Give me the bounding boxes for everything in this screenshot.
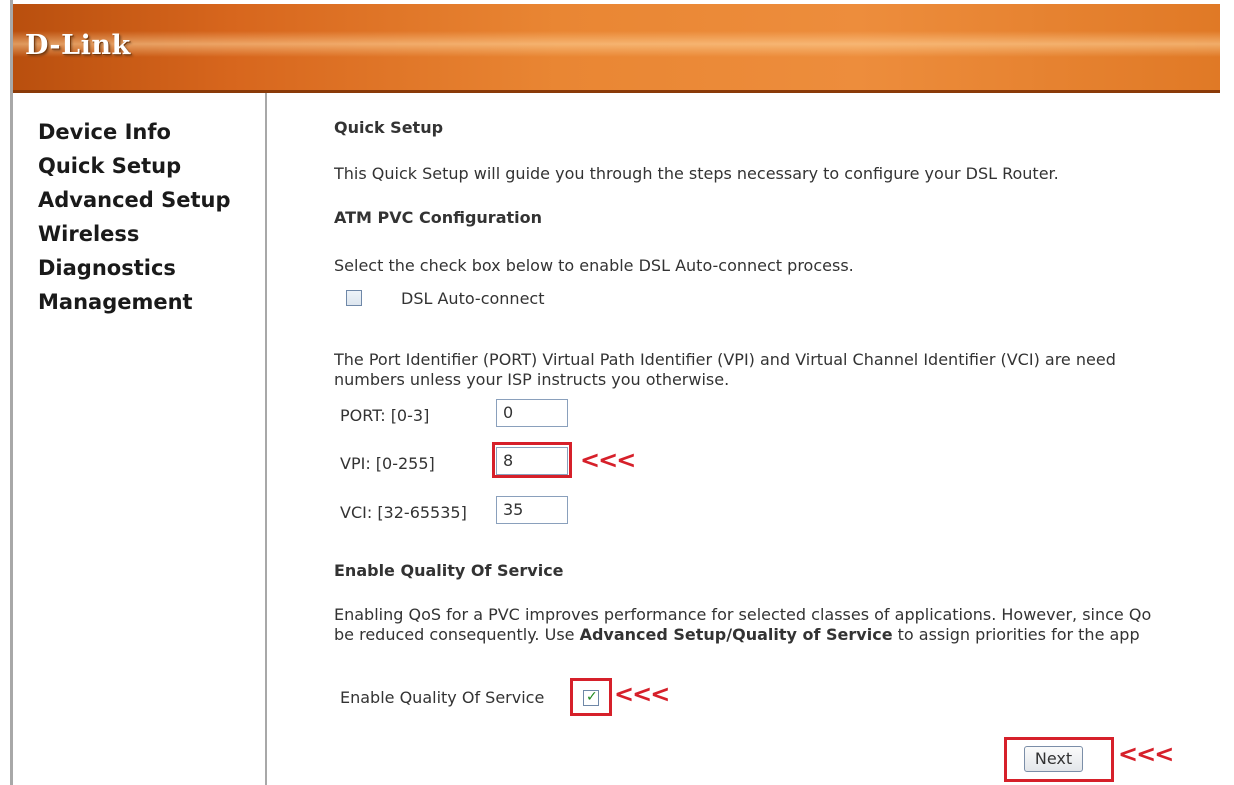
sidebar-nav: Device Info Quick Setup Advanced Setup W… xyxy=(13,93,267,785)
sidebar-item-device-info[interactable]: Device Info xyxy=(38,120,171,144)
dsl-auto-connect-label: DSL Auto-connect xyxy=(401,289,545,308)
intro-text: This Quick Setup will guide you through … xyxy=(334,164,1059,183)
identifier-text-line1: The Port Identifier (PORT) Virtual Path … xyxy=(334,350,1116,369)
sidebar-item-quick-setup[interactable]: Quick Setup xyxy=(38,154,181,178)
auto-connect-prompt: Select the check box below to enable DSL… xyxy=(334,256,854,275)
vci-input[interactable]: 35 xyxy=(496,496,568,524)
vpi-label: VPI: [0-255] xyxy=(340,454,435,473)
sidebar-item-management[interactable]: Management xyxy=(38,290,193,314)
dsl-auto-connect-checkbox[interactable] xyxy=(346,290,362,306)
vci-label: VCI: [32-65535] xyxy=(340,503,467,522)
vpi-highlight-box xyxy=(492,442,572,478)
qos-advanced-setup-link-text: Advanced Setup/Quality of Service xyxy=(579,625,893,644)
port-input[interactable]: 0 xyxy=(496,399,568,427)
next-arrow-annotation: <<< xyxy=(1118,740,1174,768)
qos-text-line2: be reduced consequently. Use Advanced Se… xyxy=(334,625,1140,644)
next-highlight-box xyxy=(1004,737,1114,782)
port-label: PORT: [0-3] xyxy=(340,406,430,425)
qos-text-post: to assign priorities for the app xyxy=(892,625,1140,644)
qos-text-pre: be reduced consequently. Use xyxy=(334,625,580,644)
sidebar-item-advanced-setup[interactable]: Advanced Setup xyxy=(38,188,231,212)
atm-pvc-heading: ATM PVC Configuration xyxy=(334,208,542,227)
sidebar-item-diagnostics[interactable]: Diagnostics xyxy=(38,256,176,280)
identifier-text-line2: numbers unless your ISP instructs you ot… xyxy=(334,370,730,389)
main-content: Quick Setup This Quick Setup will guide … xyxy=(334,0,1234,785)
qos-enable-label: Enable Quality Of Service xyxy=(340,688,545,707)
sidebar-item-wireless[interactable]: Wireless xyxy=(38,222,139,246)
vpi-arrow-annotation: <<< xyxy=(580,446,636,474)
qos-arrow-annotation: <<< xyxy=(614,680,670,708)
qos-text-line1: Enabling QoS for a PVC improves performa… xyxy=(334,605,1152,624)
dlink-logo: D-Link xyxy=(25,30,131,61)
page-title: Quick Setup xyxy=(334,118,444,137)
qos-highlight-box xyxy=(570,678,612,716)
qos-heading: Enable Quality Of Service xyxy=(334,561,564,580)
